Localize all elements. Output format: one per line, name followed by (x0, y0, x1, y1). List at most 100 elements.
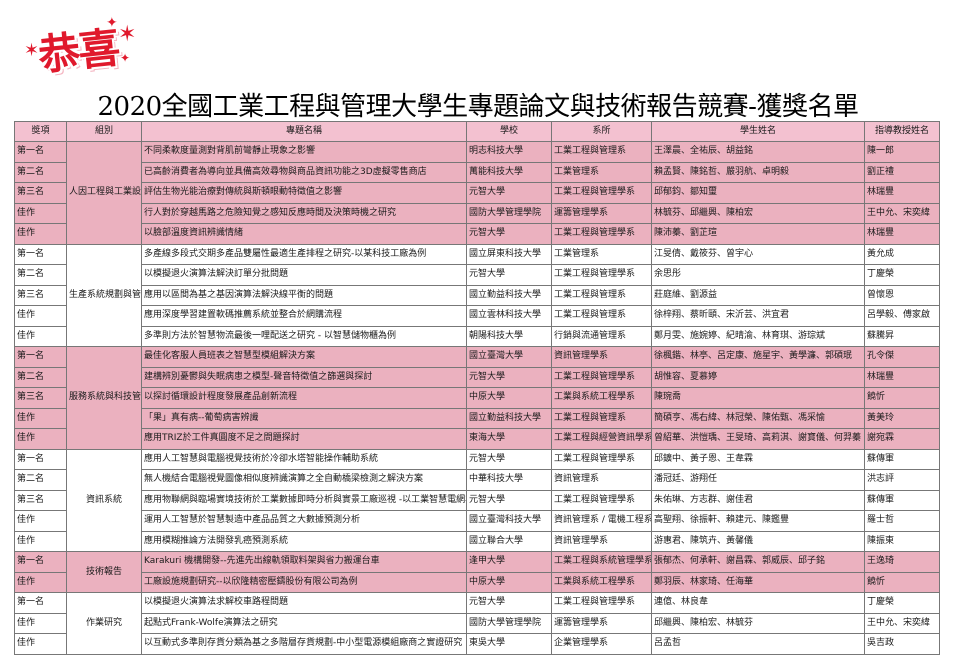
school-cell: 國立聯合大學 (466, 530, 552, 552)
students-cell: 鄭月雯、施婉婷、紀晴渝、林育琪、游琮斌 (651, 325, 865, 347)
group-cell: 資訊系統 (66, 448, 142, 552)
students-cell: 王澤晨、全祐辰、胡益銘 (651, 141, 865, 163)
school-cell: 元智大學 (466, 223, 552, 245)
award-table-body: 第一名人因工程與工業設計不同柔軟度量測對背肌前彎靜止現象之影響明志科技大學工業工… (14, 141, 940, 655)
award-cell: 佳作 (14, 571, 67, 593)
students-cell: 游惠君、陳筑卉、黃馨儀 (651, 530, 865, 552)
topic-cell: 以探討循環設計程度發展產品創新流程 (141, 387, 467, 409)
dept-cell: 資訊管理學系 (551, 530, 652, 552)
school-cell: 國立臺灣大學 (466, 346, 552, 368)
award-cell: 第一名 (14, 448, 67, 470)
table-row: 佳作 起點式Frank-Wolfe演算法之研究 國防大學管理學院 運籌管理學系 邱繼興、… (14, 612, 940, 634)
column-header: 學生姓名 (651, 121, 865, 142)
dept-cell: 工業與系統工程學系 (551, 571, 652, 593)
advisor-cell: 呂學毅、傅家啟 (864, 305, 940, 327)
topic-cell: 建構辨別憂鬱與失眠病患之模型-聲音特徵值之篩選與探討 (141, 366, 467, 388)
school-cell: 元智大學 (466, 182, 552, 204)
topic-cell: 行人對於穿越馬路之危險知覺之感知反應時間及決策時機之研究 (141, 202, 467, 224)
topic-cell: 多準則方法於智慧物流最後一哩配送之研究 - 以智慧儲物櫃為例 (141, 325, 467, 347)
award-cell: 第一名 (14, 551, 67, 573)
column-header: 專題名稱 (141, 121, 467, 142)
school-cell: 朝陽科技大學 (466, 325, 552, 347)
table-row: 佳作 應用深度學習建置軟碼推薦系統並整合於網購流程 國立雲林科技大學 工業工程與管理系… (14, 305, 940, 327)
table-row: 佳作 行人對於穿越馬路之危險知覺之感知反應時間及決策時機之研究 國防大學管理學院 運籌… (14, 202, 940, 224)
award-cell: 第三名 (14, 387, 67, 409)
advisor-cell: 王中允、宋奕緯 (864, 612, 940, 634)
advisor-cell: 黃允成 (864, 243, 940, 265)
topic-cell: 應用TRIZ於工件真圓度不足之問題探討 (141, 428, 467, 450)
students-cell: 張郁杰、何承軒、謝昌霖、郭威辰、邱子銘 (651, 551, 865, 573)
topic-cell: 應用人工智慧與電腦視覺技術於冷卻水塔智能操作輔助系統 (141, 448, 467, 470)
advisor-cell: 陳一郎 (864, 141, 940, 163)
advisor-cell: 王逸琦 (864, 551, 940, 573)
school-cell: 國立屏東科技大學 (466, 243, 552, 265)
star-icon: ✦ (120, 51, 131, 65)
dept-cell: 工業工程與管理系 (551, 407, 652, 429)
advisor-cell: 陳振東 (864, 530, 940, 552)
students-cell: 陳沛蓁、劉芷瑄 (651, 223, 865, 245)
advisor-cell: 謝宛霖 (864, 428, 940, 450)
advisor-cell: 丁慶榮 (864, 264, 940, 286)
advisor-cell: 羅士哲 (864, 510, 940, 532)
topic-cell: 應用以區間為基之基因演算法解決線平衡的問題 (141, 284, 467, 306)
students-cell: 簡碩亨、馮右緯、林冠榮、陳佑甄、馮采愉 (651, 407, 865, 429)
students-cell: 潘冠廷、游翔任 (651, 469, 865, 491)
table-row: 第三名 評估生物光能治療對傳統與斯頓眼動特徵值之影響 元智大學 工業工程與管理學系 邱郁… (14, 182, 940, 204)
dept-cell: 資訊管理系 (551, 469, 652, 491)
topic-cell: 工廠設施規劃研究--以欣隆精密壓鑄股份有限公司為例 (141, 571, 467, 593)
students-cell: 邱繼興、陳柏宏、林毓芬 (651, 612, 865, 634)
school-cell: 國立臺灣科技大學 (466, 510, 552, 532)
students-cell: 林毓芬、邱繼興、陳柏宏 (651, 202, 865, 224)
award-cell: 第一名 (14, 243, 67, 265)
dept-cell: 工業工程與管理系 (551, 305, 652, 327)
school-cell: 元智大學 (466, 264, 552, 286)
advisor-cell: 丁慶榮 (864, 592, 940, 614)
school-cell: 國防大學管理學院 (466, 612, 552, 634)
dept-cell: 工業工程與管理學系 (551, 592, 652, 614)
award-cell: 第二名 (14, 161, 67, 183)
school-cell: 東海大學 (466, 428, 552, 450)
column-header: 系所 (551, 121, 652, 142)
table-row: 第三名 應用以區間為基之基因演算法解決線平衡的問題 國立勤益科技大學 工業工程與管理系… (14, 284, 940, 306)
students-cell: 連億、林良韋 (651, 592, 865, 614)
school-cell: 國立雲林科技大學 (466, 305, 552, 327)
advisor-cell: 林瑞豐 (864, 366, 940, 388)
table-row: 第一名人因工程與工業設計不同柔軟度量測對背肌前彎靜止現象之影響明志科技大學工業工… (14, 141, 940, 245)
school-cell: 中原大學 (466, 387, 552, 409)
dept-cell: 工業管理系 (551, 243, 652, 265)
students-cell: 徐梓翔、蔡昕頤、宋沂芸、洪宜君 (651, 305, 865, 327)
dept-cell: 工業工程與管理學系 (551, 264, 652, 286)
table-row: 第一名生產系統規劃與管制多產線多段式交期多產品雙屬性最適生產排程之研究-以某科技… (14, 243, 940, 347)
dept-cell: 工業工程與管理系 (551, 284, 652, 306)
students-cell: 江旻倩、戴筱芬、曾宇心 (651, 243, 865, 265)
dept-cell: 工業工程與管理學系 (551, 223, 652, 245)
group-cell: 人因工程與工業設計 (66, 141, 142, 245)
advisor-cell: 林瑞豐 (864, 223, 940, 245)
school-cell: 國防大學管理學院 (466, 202, 552, 224)
group-cell: 作業研究 (66, 592, 142, 655)
award-cell: 佳作 (14, 223, 67, 245)
advisor-cell: 劉正禮 (864, 161, 940, 183)
topic-cell: 以臉部溫度資訊辨識情緒 (141, 223, 467, 245)
school-cell: 元智大學 (466, 592, 552, 614)
students-cell: 陳琬喬 (651, 387, 865, 409)
column-header: 學校 (466, 121, 552, 142)
table-row: 第一名服務系統與科技管理最佳化客服人員班表之智慧型模組解決方案國立臺灣大學資訊管… (14, 346, 940, 450)
column-header: 獎項 (14, 121, 67, 142)
award-cell: 第二名 (14, 469, 67, 491)
award-cell: 佳作 (14, 612, 67, 634)
table-row: 第三名 以探討循環設計程度發展產品創新流程 中原大學 工業與系統工程學系 陳琬喬 饒忻 (14, 387, 940, 409)
table-row: 佳作 應用模糊推論方法開發乳癌預測系統 國立聯合大學 資訊管理學系 游惠君、陳筑卉、黃馨… (14, 530, 940, 552)
dept-cell: 工業管理系 (551, 161, 652, 183)
logo-text: 恭喜 (35, 22, 121, 81)
award-cell: 第一名 (14, 592, 67, 614)
table-row: 佳作 運用人工智慧於智慧製造中產品品質之大數據預測分析 國立臺灣科技大學 資訊管理系 … (14, 510, 940, 532)
topic-cell: 應用物聯網與臨場實境技術於工業數據即時分析與實景工廠巡視 -以工業智慧電網為 (141, 489, 467, 511)
dept-cell: 運籌管理學系 (551, 202, 652, 224)
dept-cell: 工業與系統工程學系 (551, 387, 652, 409)
students-cell: 余思彤 (651, 264, 865, 286)
students-cell: 徐楓鍇、林亭、呂定康、施星宇、黃學濂、郭碩珉 (651, 346, 865, 368)
column-header: 指導教授姓名 (864, 121, 940, 142)
topic-cell: 運用人工智慧於智慧製造中產品品質之大數據預測分析 (141, 510, 467, 532)
dept-cell: 工業工程與管理學系 (551, 366, 652, 388)
